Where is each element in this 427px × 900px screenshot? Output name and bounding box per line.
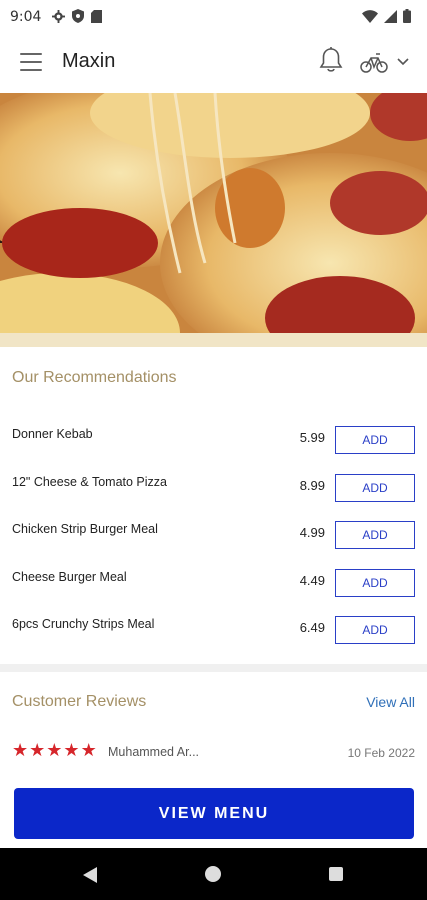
item-price: 6.49 [299, 620, 325, 635]
list-item: 12" Cheese & Tomato Pizza 8.99 ADD [0, 464, 427, 512]
star-icon: ★ [80, 740, 97, 761]
menu-icon[interactable] [20, 53, 42, 71]
list-item: Chicken Strip Burger Meal 4.99 ADD [0, 511, 427, 559]
pizza-image [0, 93, 427, 347]
status-right-icons [362, 9, 411, 23]
app-bar: Maxin [0, 34, 427, 92]
item-name: 6pcs Crunchy Strips Meal [12, 617, 155, 631]
star-icon: ★ [29, 740, 46, 761]
shield-icon [72, 9, 84, 23]
add-button[interactable]: ADD [335, 426, 415, 454]
item-price: 5.99 [299, 430, 325, 445]
recents-icon[interactable] [329, 867, 343, 881]
add-button[interactable]: ADD [335, 521, 415, 549]
list-item: Cheese Burger Meal 4.49 ADD [0, 559, 427, 607]
battery-icon [403, 9, 411, 23]
home-icon[interactable] [205, 866, 221, 882]
bell-icon[interactable] [318, 46, 344, 74]
item-name: Chicken Strip Burger Meal [12, 522, 158, 536]
section-divider [0, 664, 427, 672]
item-name: 12" Cheese & Tomato Pizza [12, 474, 167, 489]
item-price: 4.99 [299, 525, 325, 540]
star-icon: ★ [12, 740, 29, 761]
add-button[interactable]: ADD [335, 568, 415, 597]
star-icon: ★ [46, 740, 63, 761]
recommendations-title: Our Recommendations [12, 369, 177, 386]
add-button[interactable]: ADD [335, 473, 415, 502]
sim-icon [91, 9, 102, 23]
view-all-link[interactable]: View All [366, 694, 415, 710]
wifi-icon [362, 9, 378, 23]
recommendations-list: Donner Kebab 5.99 ADD 12" Cheese & Tomat… [0, 416, 427, 654]
review-date: 10 Feb 2022 [347, 746, 415, 760]
bike-icon[interactable] [360, 52, 388, 74]
gear-icon [52, 9, 65, 23]
item-price: 8.99 [299, 477, 325, 493]
reviewer-name: Muhammed Ar... [108, 745, 200, 759]
view-menu-button[interactable]: VIEW MENU [14, 788, 414, 839]
signal-icon [384, 9, 397, 23]
app-title: Maxin [62, 50, 116, 72]
item-name: Donner Kebab [12, 427, 93, 441]
hero-image [0, 93, 427, 347]
back-icon[interactable] [82, 866, 98, 884]
review-row[interactable]: ★ ★ ★ ★ ★ Muhammed Ar... 10 Feb 2022 [0, 740, 427, 768]
list-item: Donner Kebab 5.99 ADD [0, 416, 427, 464]
status-left-icons [52, 9, 102, 23]
add-button[interactable]: ADD [335, 616, 415, 644]
chevron-down-icon[interactable] [396, 56, 410, 68]
status-time: 9:04 [10, 9, 42, 25]
status-bar: 9:04 [0, 0, 427, 34]
star-rating: ★ ★ ★ ★ ★ [12, 742, 97, 760]
star-icon: ★ [63, 740, 80, 761]
item-name: Cheese Burger Meal [12, 569, 127, 584]
list-item: 6pcs Crunchy Strips Meal 6.49 ADD [0, 606, 427, 654]
reviews-title: Customer Reviews [12, 693, 147, 710]
item-price: 4.49 [299, 572, 325, 588]
